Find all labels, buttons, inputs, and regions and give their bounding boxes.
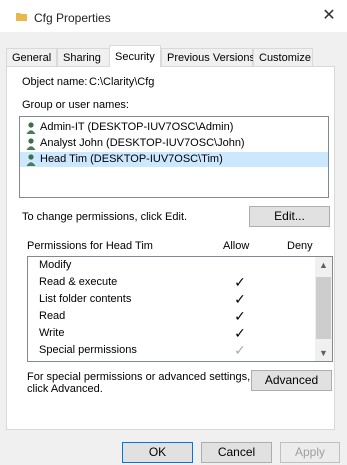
allow-check-icon: ✓	[234, 342, 246, 358]
scroll-thumb[interactable]	[316, 277, 331, 339]
permission-name: Special permissions	[39, 344, 137, 356]
user-item-label: Analyst John (DESKTOP-IUV7OSC\John)	[40, 137, 245, 149]
user-item-admin-it[interactable]: Admin-IT (DESKTOP-IUV7OSC\Admin)	[20, 120, 328, 135]
permission-row: Special permissions ✓	[28, 342, 318, 359]
scroll-down-icon[interactable]: ▼	[315, 345, 332, 361]
ok-button[interactable]: OK	[122, 442, 193, 463]
permission-name: Read & execute	[39, 276, 118, 288]
user-icon	[26, 122, 36, 134]
title-bar: Cfg Properties ✕	[0, 0, 347, 32]
permissions-list[interactable]: Modify Read & execute ✓ List folder cont…	[27, 256, 333, 362]
permission-name: Write	[39, 327, 65, 339]
properties-window: Cfg Properties ✕ General Sharing Securit…	[0, 0, 347, 465]
permission-name: Read	[39, 310, 66, 322]
tab-security[interactable]: Security	[109, 45, 161, 67]
advanced-hint-line-1: For special permissions or advanced sett…	[27, 371, 251, 383]
folder-icon	[16, 13, 27, 21]
tab-sharing[interactable]: Sharing	[57, 48, 111, 66]
object-name-label: Object name:	[22, 76, 88, 88]
advanced-button[interactable]: Advanced	[251, 370, 332, 391]
permission-row: Read & execute ✓	[28, 274, 318, 291]
scroll-up-icon[interactable]: ▲	[315, 257, 332, 273]
window-title: Cfg Properties	[34, 11, 111, 25]
permissions-scrollbar[interactable]: ▲ ▼	[315, 257, 332, 361]
permission-row: List folder contents ✓	[28, 291, 318, 308]
user-item-analyst-john[interactable]: Analyst John (DESKTOP-IUV7OSC\John)	[20, 136, 328, 151]
tab-general[interactable]: General	[6, 48, 57, 66]
permission-row: Modify	[28, 257, 318, 274]
allow-check-icon: ✓	[234, 274, 246, 290]
permission-row: Read ✓	[28, 308, 318, 325]
close-icon[interactable]: ✕	[311, 0, 347, 32]
tab-customize[interactable]: Customize	[253, 48, 313, 66]
user-item-label: Admin-IT (DESKTOP-IUV7OSC\Admin)	[40, 121, 234, 133]
apply-button[interactable]: Apply	[280, 442, 340, 463]
deny-header: Deny	[287, 240, 313, 252]
permissions-label: Permissions for Head Tim	[27, 240, 153, 252]
allow-check-icon: ✓	[234, 291, 246, 307]
object-name-value: C:\Clarity\Cfg	[89, 76, 155, 88]
change-permissions-text: To change permissions, click Edit.	[22, 211, 188, 223]
permission-name: Modify	[39, 259, 72, 271]
cancel-button[interactable]: Cancel	[201, 442, 272, 463]
user-icon	[26, 154, 36, 166]
group-user-list[interactable]: Admin-IT (DESKTOP-IUV7OSC\Admin) Analyst…	[19, 116, 329, 198]
user-item-head-tim[interactable]: Head Tim (DESKTOP-IUV7OSC\Tim)	[20, 152, 328, 167]
tab-previous-versions[interactable]: Previous Versions	[161, 48, 255, 66]
allow-check-icon: ✓	[234, 325, 246, 341]
user-icon	[26, 138, 36, 150]
group-names-label: Group or user names:	[22, 99, 129, 111]
user-item-label: Head Tim (DESKTOP-IUV7OSC\Tim)	[40, 153, 223, 165]
allow-header: Allow	[223, 240, 250, 252]
allow-check-icon: ✓	[234, 308, 246, 324]
permission-name: List folder contents	[39, 293, 132, 305]
edit-button[interactable]: Edit...	[249, 206, 330, 227]
permission-row: Write ✓	[28, 325, 318, 342]
advanced-hint-line-2: click Advanced.	[27, 383, 103, 395]
